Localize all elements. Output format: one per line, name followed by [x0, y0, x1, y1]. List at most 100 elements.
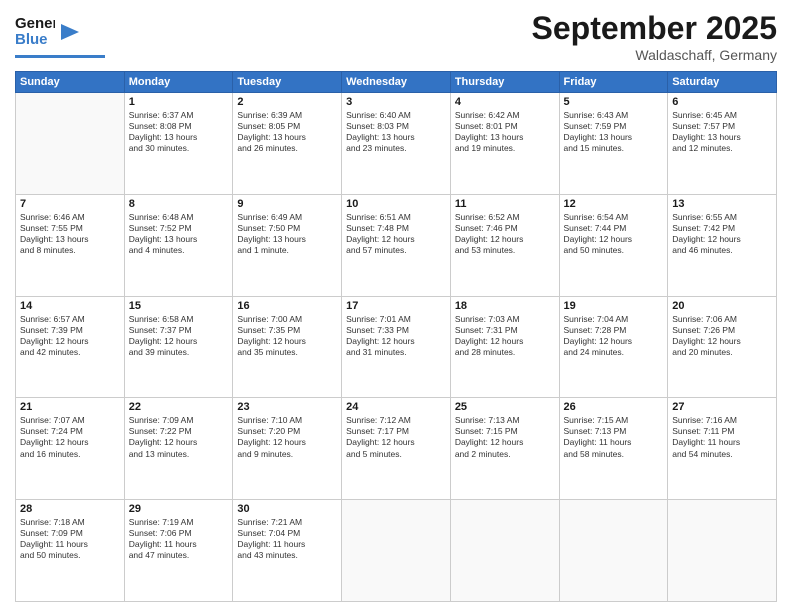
day-number: 25: [455, 401, 555, 413]
calendar-week-row: 7 Sunrise: 6:46 AM Sunset: 7:55 PM Daylig…: [16, 194, 777, 296]
day-number: 24: [346, 401, 446, 413]
calendar-cell: 9Sunrise: 6:49 AM Sunset: 7:50 PM Daylig…: [233, 194, 342, 296]
day-info: Sunrise: 6:48 AM Sunset: 7:52 PM Dayligh…: [129, 212, 229, 256]
day-number: 11: [455, 198, 555, 210]
day-number: 21: [20, 401, 120, 413]
day-number: 30: [237, 503, 337, 515]
calendar-header-row: Sunday Monday Tuesday Wednesday Thursday…: [16, 72, 777, 93]
calendar-cell: 27 Sunrise: 7:16 AM Sunset: 7:11 PM Dayli…: [668, 398, 777, 500]
page: General Blue September 2025 Waldaschaff,…: [0, 0, 792, 612]
col-sunday: Sunday: [16, 72, 125, 93]
day-info: Sunrise: 7:16 AM Sunset: 7:11 PM Dayligh…: [672, 415, 772, 459]
calendar-cell: 28 Sunrise: 7:18 AM Sunset: 7:09 PM Dayli…: [16, 500, 125, 602]
logo: General Blue: [15, 10, 105, 58]
day-number: 3: [346, 96, 446, 108]
day-info: Sunrise: 6:58 AM Sunset: 7:37 PM Dayligh…: [129, 314, 229, 358]
calendar-cell: 15 Sunrise: 6:58 AM Sunset: 7:37 PM Dayli…: [124, 296, 233, 398]
day-info: Sunrise: 6:43 AM Sunset: 7:59 PM Dayligh…: [564, 110, 664, 154]
calendar-cell: 6 Sunrise: 6:45 AM Sunset: 7:57 PM Daylig…: [668, 93, 777, 195]
arrow-icon: [61, 22, 81, 42]
svg-text:General: General: [15, 15, 55, 32]
col-tuesday: Tuesday: [233, 72, 342, 93]
day-info: Sunrise: 7:06 AM Sunset: 7:26 PM Dayligh…: [672, 314, 772, 358]
calendar-cell: 24 Sunrise: 7:12 AM Sunset: 7:17 PM Dayli…: [342, 398, 451, 500]
calendar-cell: [16, 93, 125, 195]
day-number: 26: [564, 401, 664, 413]
calendar-cell: 26 Sunrise: 7:15 AM Sunset: 7:13 PM Dayli…: [559, 398, 668, 500]
calendar-cell: 13Sunrise: 6:55 AM Sunset: 7:42 PM Dayli…: [668, 194, 777, 296]
day-number: 22: [129, 401, 229, 413]
day-info: Sunrise: 7:18 AM Sunset: 7:09 PM Dayligh…: [20, 517, 120, 561]
day-info: Sunrise: 6:39 AM Sunset: 8:05 PM Dayligh…: [237, 110, 337, 154]
day-info: Sunrise: 6:45 AM Sunset: 7:57 PM Dayligh…: [672, 110, 772, 154]
day-number: 12: [564, 198, 664, 210]
col-saturday: Saturday: [668, 72, 777, 93]
calendar-cell: [559, 500, 668, 602]
calendar-cell: 14 Sunrise: 6:57 AM Sunset: 7:39 PM Dayli…: [16, 296, 125, 398]
calendar-week-row: 1 Sunrise: 6:37 AM Sunset: 8:08 PM Daylig…: [16, 93, 777, 195]
calendar-cell: 12 Sunrise: 6:54 AM Sunset: 7:44 PM Dayli…: [559, 194, 668, 296]
calendar-cell: 16Sunrise: 7:00 AM Sunset: 7:35 PM Dayli…: [233, 296, 342, 398]
calendar-table: Sunday Monday Tuesday Wednesday Thursday…: [15, 71, 777, 602]
day-number: 27: [672, 401, 772, 413]
day-number: 28: [20, 503, 120, 515]
svg-text:Blue: Blue: [15, 31, 48, 48]
month-title: September 2025: [532, 10, 777, 47]
day-number: 14: [20, 300, 120, 312]
day-info: Sunrise: 7:07 AM Sunset: 7:24 PM Dayligh…: [20, 415, 120, 459]
col-friday: Friday: [559, 72, 668, 93]
day-number: 20: [672, 300, 772, 312]
calendar-cell: 20 Sunrise: 7:06 AM Sunset: 7:26 PM Dayli…: [668, 296, 777, 398]
day-info: Sunrise: 7:10 AM Sunset: 7:20 PM Dayligh…: [237, 415, 337, 459]
day-info: Sunrise: 6:46 AM Sunset: 7:55 PM Dayligh…: [20, 212, 120, 256]
calendar-cell: 23Sunrise: 7:10 AM Sunset: 7:20 PM Dayli…: [233, 398, 342, 500]
logo-underline: [15, 55, 105, 58]
day-number: 2: [237, 96, 337, 108]
calendar-cell: 5 Sunrise: 6:43 AM Sunset: 7:59 PM Daylig…: [559, 93, 668, 195]
day-number: 5: [564, 96, 664, 108]
day-info: Sunrise: 6:51 AM Sunset: 7:48 PM Dayligh…: [346, 212, 446, 256]
day-info: Sunrise: 7:21 AM Sunset: 7:04 PM Dayligh…: [237, 517, 337, 561]
day-info: Sunrise: 6:54 AM Sunset: 7:44 PM Dayligh…: [564, 212, 664, 256]
day-number: 16: [237, 300, 337, 312]
calendar-week-row: 14 Sunrise: 6:57 AM Sunset: 7:39 PM Dayli…: [16, 296, 777, 398]
day-info: Sunrise: 6:57 AM Sunset: 7:39 PM Dayligh…: [20, 314, 120, 358]
day-info: Sunrise: 7:01 AM Sunset: 7:33 PM Dayligh…: [346, 314, 446, 358]
day-info: Sunrise: 7:13 AM Sunset: 7:15 PM Dayligh…: [455, 415, 555, 459]
day-info: Sunrise: 6:40 AM Sunset: 8:03 PM Dayligh…: [346, 110, 446, 154]
col-monday: Monday: [124, 72, 233, 93]
header: General Blue September 2025 Waldaschaff,…: [15, 10, 777, 63]
calendar-body: 1 Sunrise: 6:37 AM Sunset: 8:08 PM Daylig…: [16, 93, 777, 602]
calendar-cell: 29Sunrise: 7:19 AM Sunset: 7:06 PM Dayli…: [124, 500, 233, 602]
day-info: Sunrise: 7:15 AM Sunset: 7:13 PM Dayligh…: [564, 415, 664, 459]
day-number: 10: [346, 198, 446, 210]
day-info: Sunrise: 7:12 AM Sunset: 7:17 PM Dayligh…: [346, 415, 446, 459]
day-number: 7: [20, 198, 120, 210]
day-info: Sunrise: 7:04 AM Sunset: 7:28 PM Dayligh…: [564, 314, 664, 358]
day-number: 6: [672, 96, 772, 108]
day-info: Sunrise: 6:55 AM Sunset: 7:42 PM Dayligh…: [672, 212, 772, 256]
calendar-cell: 11 Sunrise: 6:52 AM Sunset: 7:46 PM Dayli…: [450, 194, 559, 296]
calendar-cell: 18 Sunrise: 7:03 AM Sunset: 7:31 PM Dayli…: [450, 296, 559, 398]
calendar-cell: 25 Sunrise: 7:13 AM Sunset: 7:15 PM Dayli…: [450, 398, 559, 500]
location: Waldaschaff, Germany: [532, 47, 777, 63]
day-info: Sunrise: 7:09 AM Sunset: 7:22 PM Dayligh…: [129, 415, 229, 459]
day-number: 1: [129, 96, 229, 108]
day-number: 19: [564, 300, 664, 312]
col-thursday: Thursday: [450, 72, 559, 93]
calendar-cell: 30 Sunrise: 7:21 AM Sunset: 7:04 PM Dayli…: [233, 500, 342, 602]
calendar-cell: 19 Sunrise: 7:04 AM Sunset: 7:28 PM Dayli…: [559, 296, 668, 398]
day-info: Sunrise: 7:03 AM Sunset: 7:31 PM Dayligh…: [455, 314, 555, 358]
day-info: Sunrise: 6:37 AM Sunset: 8:08 PM Dayligh…: [129, 110, 229, 154]
calendar-cell: 21 Sunrise: 7:07 AM Sunset: 7:24 PM Dayli…: [16, 398, 125, 500]
day-number: 18: [455, 300, 555, 312]
title-block: September 2025 Waldaschaff, Germany: [532, 10, 777, 63]
col-wednesday: Wednesday: [342, 72, 451, 93]
day-info: Sunrise: 6:52 AM Sunset: 7:46 PM Dayligh…: [455, 212, 555, 256]
calendar-week-row: 28 Sunrise: 7:18 AM Sunset: 7:09 PM Dayli…: [16, 500, 777, 602]
day-number: 15: [129, 300, 229, 312]
calendar-cell: 3 Sunrise: 6:40 AM Sunset: 8:03 PM Daylig…: [342, 93, 451, 195]
calendar-cell: [450, 500, 559, 602]
calendar-cell: 17Sunrise: 7:01 AM Sunset: 7:33 PM Dayli…: [342, 296, 451, 398]
calendar-cell: 1 Sunrise: 6:37 AM Sunset: 8:08 PM Daylig…: [124, 93, 233, 195]
